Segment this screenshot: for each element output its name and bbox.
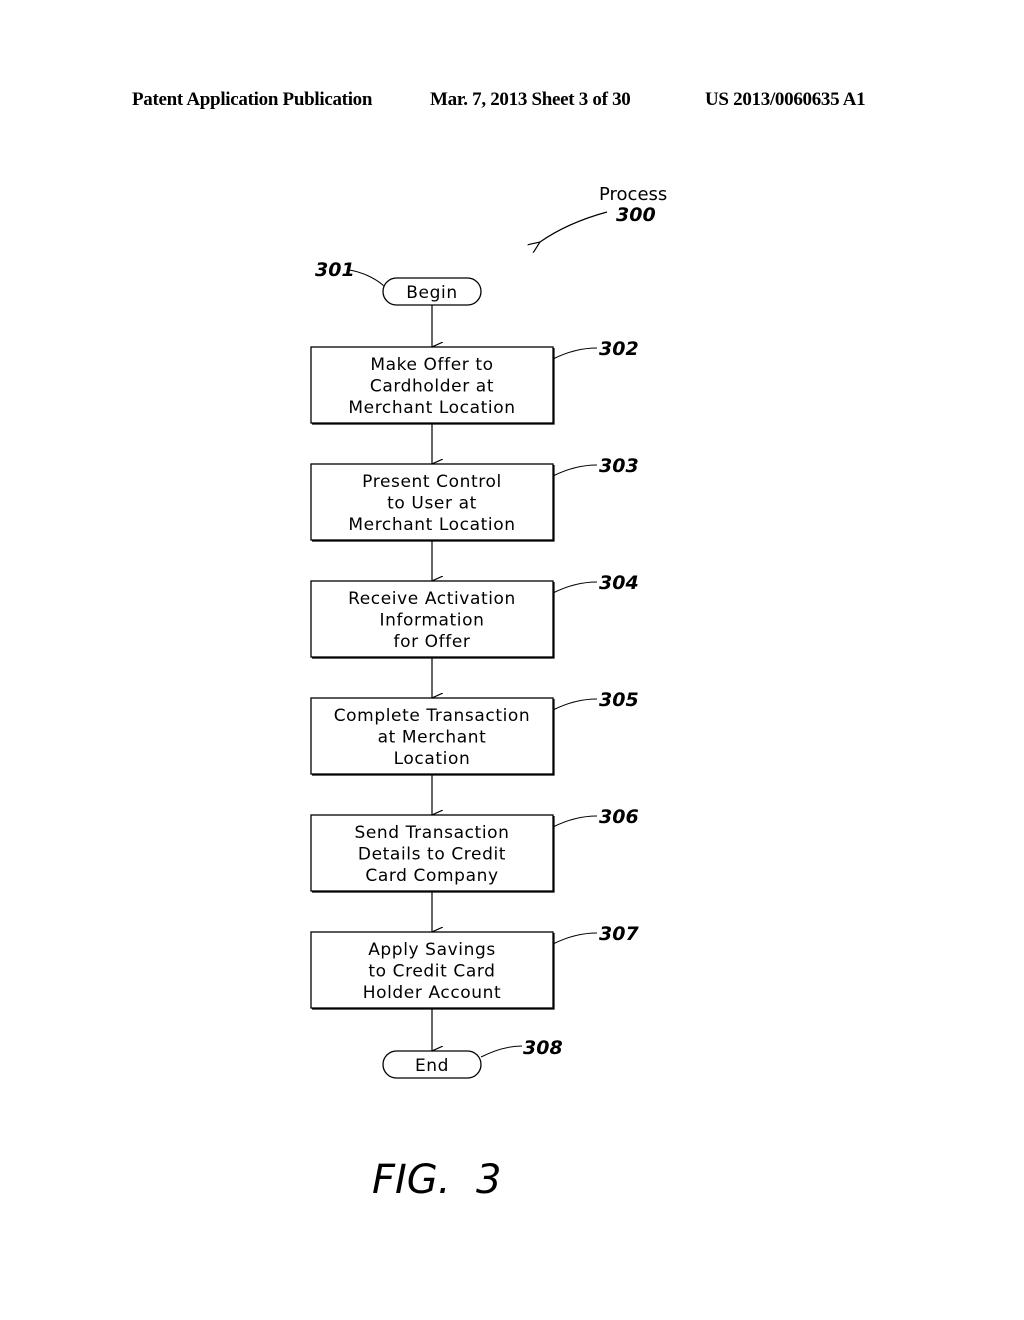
leader-305: [552, 698, 598, 711]
end-label: End: [415, 1056, 449, 1076]
step-text-line: Card Company: [365, 866, 498, 886]
step-text-line: Information: [379, 611, 484, 631]
ref-308: 308: [523, 1037, 563, 1059]
flowchart: Process 300 Begin 301 Make Offer toCardh…: [310, 184, 667, 1203]
step-text-line: Merchant Location: [348, 398, 515, 418]
step-text-line: Apply Savings: [368, 940, 496, 960]
leader-307: [552, 932, 598, 945]
process-step-302: Make Offer toCardholder atMerchant Locat…: [310, 346, 555, 425]
leader-302: [552, 347, 598, 360]
process-step-303: Present Controlto User atMerchant Locati…: [310, 463, 555, 542]
step-text-line: Location: [394, 749, 471, 769]
process-label: Process: [599, 184, 667, 205]
ref-307: 307: [599, 923, 639, 945]
ref-303: 303: [599, 455, 639, 477]
ref-302: 302: [599, 338, 639, 360]
process-pointer-arrow: [540, 211, 608, 242]
end-terminal: End: [382, 1050, 482, 1079]
step-text-line: Receive Activation: [348, 589, 516, 609]
begin-terminal: Begin: [382, 277, 482, 306]
process-step-304: Receive ActivationInformationfor Offer: [310, 580, 555, 659]
step-text-line: Merchant Location: [348, 515, 515, 535]
step-text-line: to User at: [387, 494, 477, 514]
leader-303: [552, 464, 598, 477]
ref-306: 306: [599, 806, 639, 828]
step-text-line: Send Transaction: [354, 823, 509, 843]
process-step-307: Apply Savingsto Credit CardHolder Accoun…: [310, 931, 555, 1010]
leader-304: [552, 581, 598, 594]
step-text-line: Present Control: [362, 472, 502, 492]
begin-label: Begin: [406, 283, 457, 303]
step-text-line: Cardholder at: [370, 377, 494, 397]
leader-306: [552, 815, 598, 828]
step-text-line: Holder Account: [363, 983, 502, 1003]
leader-308: [480, 1045, 523, 1058]
figure-label: FIG. 3: [372, 1157, 501, 1203]
step-text-line: at Merchant: [378, 728, 487, 748]
process-step-306: Send TransactionDetails to CreditCard Co…: [310, 814, 555, 893]
ref-301: 301: [315, 259, 355, 281]
step-text-line: Details to Credit: [358, 845, 506, 865]
process-number: 300: [616, 204, 656, 226]
step-text-line: for Offer: [394, 632, 471, 652]
ref-305: 305: [599, 689, 639, 711]
process-step-305: Complete Transactionat MerchantLocation: [310, 697, 555, 776]
ref-304: 304: [599, 572, 639, 594]
step-text-line: Complete Transaction: [334, 706, 531, 726]
step-text-line: Make Offer to: [370, 355, 493, 375]
step-text-line: to Credit Card: [368, 962, 495, 982]
process-steps: Make Offer toCardholder atMerchant Locat…: [310, 305, 639, 1051]
